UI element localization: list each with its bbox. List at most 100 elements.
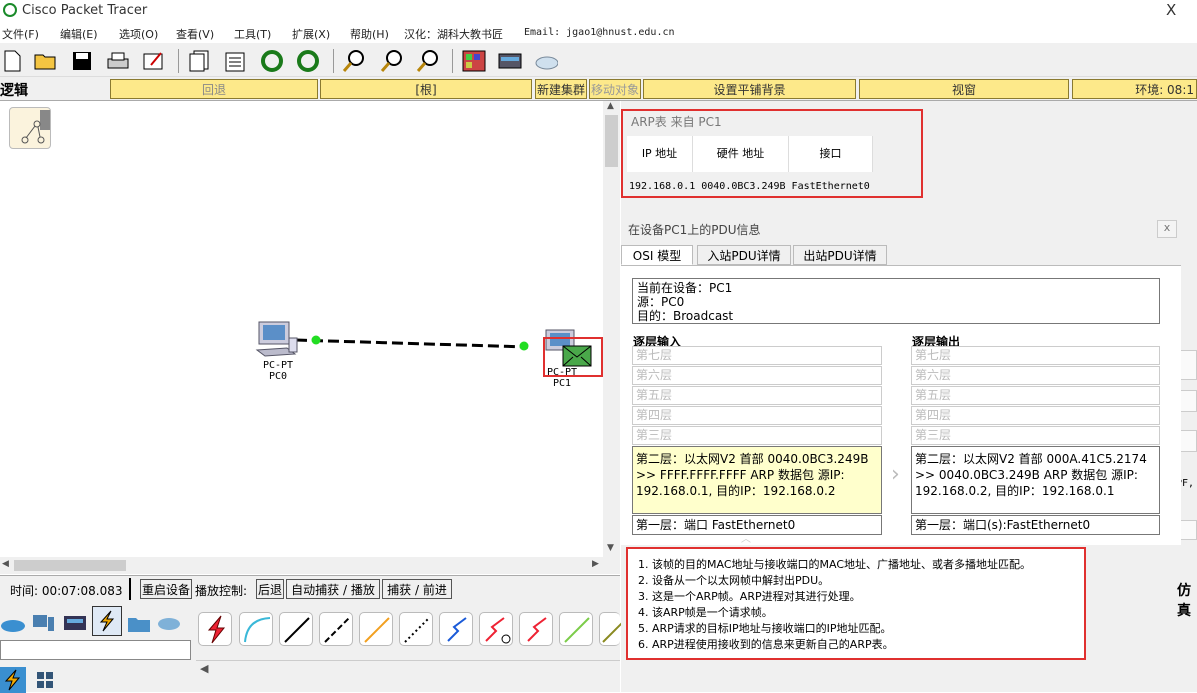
- copy-icon[interactable]: [188, 49, 212, 73]
- power-cycle-button[interactable]: 重启设备: [140, 579, 192, 599]
- redo-icon[interactable]: [296, 49, 320, 73]
- straight-through-cable-icon[interactable]: [279, 612, 313, 646]
- tab-inbound-pdu[interactable]: 入站PDU详情: [697, 245, 791, 265]
- arp-table-title: ARP表 来自 PC1: [631, 115, 722, 129]
- open-folder-icon[interactable]: [34, 49, 58, 73]
- sim-time: 时间: 00:07:08.083: [10, 584, 123, 598]
- network-devices-icon[interactable]: [0, 610, 26, 636]
- undo-icon[interactable]: [260, 49, 284, 73]
- pdu-window-title: 在设备PC1上的PDU信息: [628, 223, 761, 237]
- activity-wizard-icon[interactable]: [142, 49, 166, 73]
- connections-icon[interactable]: [92, 606, 122, 636]
- menu-help[interactable]: 帮助(H): [350, 26, 389, 42]
- pdu-envelope-icon[interactable]: [562, 345, 592, 367]
- menu-edit[interactable]: 编辑(E): [60, 26, 98, 42]
- tab-osi-model[interactable]: OSI 模型: [621, 245, 693, 265]
- cloud-icon[interactable]: [534, 49, 558, 73]
- set-tiled-background-button[interactable]: 设置平铺背景: [643, 79, 856, 99]
- app-icon: [3, 3, 17, 17]
- tab-outbound-pdu[interactable]: 出站PDU详情: [793, 245, 887, 265]
- in-layer-6[interactable]: 第六层: [632, 366, 882, 385]
- serial-dte-cable-icon[interactable]: [519, 612, 553, 646]
- new-cluster-button[interactable]: 新建集群: [535, 79, 587, 99]
- title-bar: Cisco Packet Tracer X: [0, 0, 1197, 22]
- in-layer-4[interactable]: 第四层: [632, 406, 882, 425]
- out-layer-2[interactable]: 第二层：以太网V2 首部 000A.41C5.2174 >> 0040.0BC3…: [911, 446, 1160, 514]
- close-window-button[interactable]: X: [1166, 1, 1176, 19]
- menu-localization: 汉化：湖科大教书匠: [404, 28, 503, 41]
- out-layer-6[interactable]: 第六层: [911, 366, 1160, 385]
- custom-device-icon[interactable]: [498, 49, 522, 73]
- status-bar: 时间: 00:07:08.083 重启设备 播放控制: 后退 自动捕获 / 播放…: [0, 575, 620, 601]
- iot-cable-icon[interactable]: [599, 612, 628, 646]
- menu-file[interactable]: 文件(F): [2, 26, 39, 42]
- out-layer-4[interactable]: 第四层: [911, 406, 1160, 425]
- print-icon[interactable]: [106, 49, 130, 73]
- back-button[interactable]: 回退: [110, 79, 318, 99]
- ethernet-link[interactable]: [0, 101, 605, 557]
- zoom-in-icon[interactable]: [342, 49, 366, 73]
- playback-label: 播放控制:: [195, 584, 248, 598]
- out-layer-5[interactable]: 第五层: [911, 386, 1160, 405]
- pdu-info-window: 在设备PC1上的PDU信息 x OSI 模型 入站PDU详情 出站PDU详情 当…: [621, 215, 1181, 545]
- pdu-close-button[interactable]: x: [1157, 220, 1177, 238]
- components-icon[interactable]: [62, 610, 88, 636]
- logical-canvas[interactable]: PC-PT PC0 PC-PT PC1: [0, 101, 605, 557]
- arp-col-ip: IP 地址: [627, 136, 693, 172]
- serial-dce-cable-icon[interactable]: [479, 612, 513, 646]
- connections-selected-icon[interactable]: [0, 667, 26, 693]
- pc0-icon[interactable]: [255, 320, 299, 358]
- pc0-label: PC-PT PC0: [262, 360, 294, 382]
- menu-tools[interactable]: 工具(T): [234, 26, 271, 42]
- palette-icon[interactable]: [462, 49, 486, 73]
- move-object-button[interactable]: 移动对象: [589, 79, 641, 99]
- environment-button[interactable]: 环境: 08:1: [1072, 79, 1197, 99]
- octal-cable-icon[interactable]: [559, 612, 593, 646]
- canvas-vertical-scrollbar[interactable]: ▲ ▼: [603, 101, 620, 557]
- auto-connection-icon[interactable]: [198, 612, 232, 646]
- arp-table-window: ARP表 来自 PC1 IP 地址 硬件 地址 接口 192.168.0.1 0…: [621, 109, 923, 198]
- in-layer-5[interactable]: 第五层: [632, 386, 882, 405]
- save-icon[interactable]: [70, 49, 94, 73]
- end-devices-icon[interactable]: [30, 610, 56, 636]
- menu-extensions[interactable]: 扩展(X): [292, 26, 330, 42]
- viewport-button[interactable]: 视窗: [859, 79, 1069, 99]
- note-4: 4. 该ARP帧是一个请求帧。: [638, 606, 773, 619]
- grid-icon[interactable]: [32, 667, 58, 693]
- out-layer-1[interactable]: 第一层：端口(s):FastEthernet0: [911, 515, 1160, 535]
- console-cable-icon[interactable]: [239, 612, 273, 646]
- zoom-reset-icon[interactable]: [380, 49, 404, 73]
- in-layer-7[interactable]: 第七层: [632, 346, 882, 365]
- in-layer-3[interactable]: 第三层: [632, 426, 882, 445]
- playback-back-button[interactable]: 后退: [256, 579, 284, 599]
- crossover-cable-icon[interactable]: [319, 612, 353, 646]
- coaxial-cable-icon[interactable]: [439, 612, 473, 646]
- device-info-box: 当前在设备：PC1 源：PC0 目的：Broadcast: [632, 278, 1160, 324]
- wan-cloud-icon[interactable]: [156, 610, 182, 636]
- arp-col-hw: 硬件 地址: [693, 136, 789, 172]
- logical-workspace-bar: 逻辑 回退 [根] 新建集群 移动对象 设置平铺背景 视窗 环境: 08:1: [0, 77, 1197, 101]
- auto-capture-play-button[interactable]: 自动捕获 / 播放: [286, 579, 380, 599]
- out-layer-7[interactable]: 第七层: [911, 346, 1160, 365]
- in-layer-2[interactable]: 第二层：以太网V2 首部 0040.0BC3.249B >> FFFF.FFFF…: [632, 446, 882, 514]
- phone-cable-icon[interactable]: [399, 612, 433, 646]
- canvas-horizontal-scrollbar[interactable]: ◀ ▶: [0, 557, 620, 574]
- in-layer-1[interactable]: 第一层：端口 FastEthernet0: [632, 515, 882, 535]
- device-search-box[interactable]: [0, 640, 191, 660]
- processing-notes: 1. 该帧的目的MAC地址与接收端口的MAC地址、广播地址、或者多播地址匹配。 …: [626, 547, 1086, 660]
- simulation-tab-label[interactable]: 仿真: [1177, 580, 1197, 620]
- menu-options[interactable]: 选项(O): [119, 26, 158, 42]
- paste-icon[interactable]: [224, 49, 248, 73]
- new-file-icon[interactable]: [0, 49, 24, 73]
- menu-view[interactable]: 查看(V): [176, 26, 214, 42]
- note-6: 6. ARP进程使用接收到的信息来更新自己的ARP表。: [638, 638, 894, 651]
- logical-label: 逻辑: [0, 83, 28, 99]
- cable-panel-scrollbar[interactable]: ◀: [196, 660, 620, 677]
- misc-icon[interactable]: [126, 610, 152, 636]
- capture-forward-button[interactable]: 捕获 / 前进: [382, 579, 452, 599]
- root-button[interactable]: [根]: [320, 79, 532, 99]
- fiber-cable-icon[interactable]: [359, 612, 393, 646]
- note-1: 1. 该帧的目的MAC地址与接收端口的MAC地址、广播地址、或者多播地址匹配。: [638, 558, 1031, 571]
- out-layer-3[interactable]: 第三层: [911, 426, 1160, 445]
- zoom-out-icon[interactable]: [416, 49, 440, 73]
